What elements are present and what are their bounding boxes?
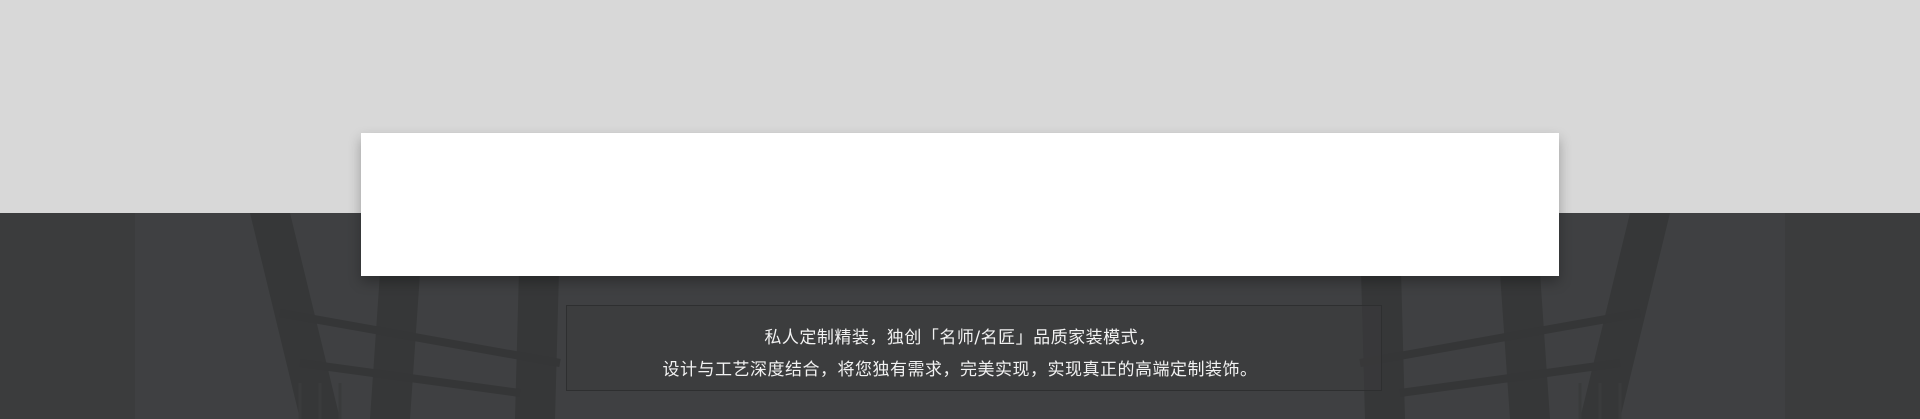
tagline-line-2: 设计与工艺深度结合，将您独有需求，完美实现，实现真正的高端定制装饰。 <box>662 360 1258 380</box>
tagline-line-1: 私人定制精装，独创「名师/名匠」品质家装模式， <box>764 328 1156 348</box>
content-card <box>361 133 1559 276</box>
